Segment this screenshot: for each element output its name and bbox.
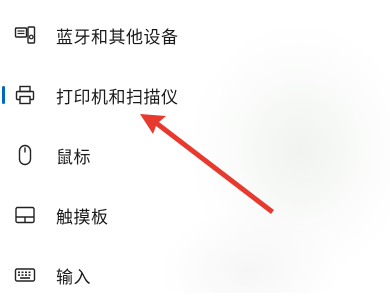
nav-item-label: 输入 — [56, 267, 91, 288]
printer-icon — [13, 83, 37, 107]
nav-item-label: 打印机和扫描仪 — [56, 87, 179, 108]
keyboard-icon — [13, 263, 37, 287]
settings-nav-list: 蓝牙和其他设备 打印机和扫描仪 鼠标 触摸板 输入 — [0, 0, 390, 293]
selected-indicator — [2, 86, 5, 104]
nav-item-label: 触摸板 — [56, 207, 109, 228]
bluetooth-devices-icon — [13, 23, 37, 47]
nav-item-bluetooth-devices[interactable]: 蓝牙和其他设备 — [0, 10, 390, 60]
nav-item-label: 蓝牙和其他设备 — [56, 27, 179, 48]
nav-item-touchpad[interactable]: 触摸板 — [0, 190, 390, 240]
mouse-icon — [13, 143, 37, 167]
nav-item-label: 鼠标 — [56, 147, 91, 168]
nav-item-mouse[interactable]: 鼠标 — [0, 130, 390, 180]
touchpad-icon — [13, 203, 37, 227]
nav-item-printers-scanners[interactable]: 打印机和扫描仪 — [0, 70, 390, 120]
